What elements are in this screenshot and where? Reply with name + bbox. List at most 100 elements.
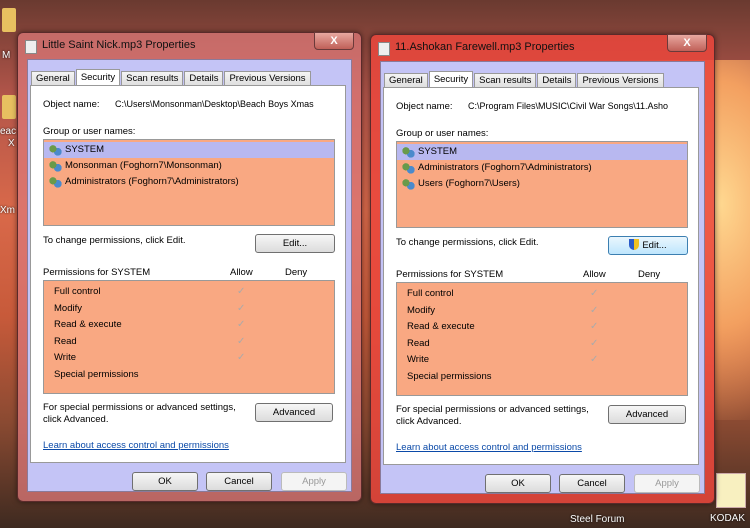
user-name: SYSTEM bbox=[65, 144, 105, 155]
close-button[interactable]: X bbox=[667, 34, 707, 52]
permission-row: Full control ✓ bbox=[397, 286, 687, 303]
permission-row: Read ✓ bbox=[397, 336, 687, 353]
user-list-item[interactable]: Administrators (Foghorn7\Administrators) bbox=[44, 174, 334, 190]
edit-label: Edit... bbox=[282, 238, 308, 249]
group-label: Group or user names: bbox=[43, 126, 136, 137]
permission-name: Full control bbox=[54, 286, 101, 297]
apply-button[interactable]: Apply bbox=[281, 472, 347, 491]
dialog-frame: General Security Scan results Details Previo… bbox=[380, 61, 705, 494]
user-name: Users (Foghorn7\Users) bbox=[418, 178, 520, 189]
permission-row: Full control ✓ bbox=[44, 284, 334, 301]
users-icon bbox=[48, 160, 62, 172]
allow-check-icon: ✓ bbox=[237, 302, 246, 314]
permissions-header: Permissions for SYSTEM bbox=[396, 269, 504, 280]
desktop-icon-kodak[interactable]: KODAK bbox=[710, 513, 745, 524]
special-text-2: click Advanced. bbox=[396, 416, 462, 427]
permission-name: Read bbox=[54, 335, 77, 347]
access-control-link[interactable]: Learn about access control and permissio… bbox=[43, 440, 229, 451]
user-list-item[interactable]: Monsonman (Foghorn7\Monsonman) bbox=[44, 158, 334, 174]
user-list-item[interactable]: SYSTEM bbox=[44, 142, 334, 158]
edit-button[interactable]: Edit... bbox=[255, 234, 335, 253]
kodak-icon[interactable] bbox=[716, 473, 746, 508]
user-name: Monsonman (Foghorn7\Monsonman) bbox=[65, 160, 222, 171]
allow-check-icon: ✓ bbox=[590, 354, 599, 365]
folder-icon bbox=[2, 95, 16, 119]
cancel-button[interactable]: Cancel bbox=[559, 474, 625, 493]
permission-row: Write ✓ bbox=[397, 352, 687, 369]
security-panel: Object name: C:\Users\Monsonman\Desktop\… bbox=[30, 85, 346, 463]
file-icon bbox=[25, 40, 37, 54]
permission-name: Read & execute bbox=[407, 321, 475, 332]
user-list[interactable]: SYSTEM Monsonman (Foghorn7\Monsonman) Admi… bbox=[43, 139, 335, 226]
properties-dialog-little-saint-nick: Little Saint Nick.mp3 Properties X Gener… bbox=[17, 32, 362, 502]
permissions-list: Full control ✓ Modify ✓ Read & execute ✓ Read ✓… bbox=[43, 280, 335, 394]
allow-check-icon: ✓ bbox=[590, 304, 599, 316]
allow-check-icon: ✓ bbox=[590, 288, 599, 299]
advanced-button[interactable]: Advanced bbox=[608, 405, 686, 424]
change-permissions-text: To change permissions, click Edit. bbox=[43, 235, 186, 246]
apply-button[interactable]: Apply bbox=[634, 474, 700, 493]
desktop-icon-label[interactable]: X bbox=[8, 138, 15, 149]
properties-dialog-ashokan-farewell: 11.Ashokan Farewell.mp3 Properties X Gen… bbox=[370, 34, 715, 504]
user-name: Administrators (Foghorn7\Administrators) bbox=[418, 162, 592, 173]
users-icon bbox=[48, 144, 62, 156]
users-icon bbox=[401, 146, 415, 158]
user-list[interactable]: SYSTEM Administrators (Foghorn7\Administr… bbox=[396, 141, 688, 228]
security-panel: Object name: C:\Program Files\MUSIC\Civi… bbox=[383, 87, 699, 465]
allow-check-icon: ✓ bbox=[237, 319, 246, 330]
permission-name: Read bbox=[407, 337, 430, 349]
desktop-icon-steel-forum[interactable]: Steel Forum bbox=[570, 514, 624, 525]
object-name-label: Object name: bbox=[43, 99, 100, 110]
permission-name: Write bbox=[54, 352, 76, 363]
desktop-icon-label[interactable]: Xm bbox=[0, 205, 15, 216]
permission-name: Read & execute bbox=[54, 319, 122, 330]
permissions-list: Full control ✓ Modify ✓ Read & execute ✓ Read ✓… bbox=[396, 282, 688, 396]
ok-button[interactable]: OK bbox=[485, 474, 551, 493]
users-icon bbox=[401, 178, 415, 190]
allow-check-icon: ✓ bbox=[237, 352, 246, 363]
permission-row: Special permissions bbox=[397, 369, 687, 386]
permission-row: Read ✓ bbox=[44, 334, 334, 351]
change-permissions-text: To change permissions, click Edit. bbox=[396, 237, 539, 248]
special-text-1: For special permissions or advanced sett… bbox=[43, 402, 236, 413]
special-text-2: click Advanced. bbox=[43, 414, 109, 425]
edit-button[interactable]: Edit... bbox=[608, 236, 688, 255]
user-list-item[interactable]: Administrators (Foghorn7\Administrators) bbox=[397, 160, 687, 176]
permission-row: Special permissions bbox=[44, 367, 334, 384]
user-list-item[interactable]: SYSTEM bbox=[397, 144, 687, 160]
permission-row: Read & execute ✓ bbox=[397, 319, 687, 336]
permission-name: Modify bbox=[54, 302, 82, 314]
deny-header: Deny bbox=[285, 267, 308, 278]
desktop-icon-label[interactable]: M bbox=[2, 50, 10, 61]
allow-check-icon: ✓ bbox=[590, 321, 599, 332]
allow-header: Allow bbox=[583, 269, 606, 280]
permission-row: Modify ✓ bbox=[397, 303, 687, 320]
permission-name: Special permissions bbox=[54, 368, 139, 380]
access-control-link[interactable]: Learn about access control and permissio… bbox=[396, 442, 582, 453]
ok-button[interactable]: OK bbox=[132, 472, 198, 491]
uac-shield-icon bbox=[629, 239, 640, 250]
permission-row: Read & execute ✓ bbox=[44, 317, 334, 334]
users-icon bbox=[401, 162, 415, 174]
cancel-button[interactable]: Cancel bbox=[206, 472, 272, 491]
advanced-button[interactable]: Advanced bbox=[255, 403, 333, 422]
folder-icon bbox=[2, 8, 16, 32]
edit-label: Edit... bbox=[642, 240, 667, 251]
object-name-value: C:\Users\Monsonman\Desktop\Beach Boys Xm… bbox=[115, 99, 314, 109]
special-text-1: For special permissions or advanced sett… bbox=[396, 404, 589, 415]
permissions-header: Permissions for SYSTEM bbox=[43, 267, 151, 278]
permission-row: Modify ✓ bbox=[44, 301, 334, 318]
permission-name: Full control bbox=[407, 288, 454, 299]
object-name-value: C:\Program Files\MUSIC\Civil War Songs\1… bbox=[468, 101, 669, 111]
allow-check-icon: ✓ bbox=[237, 286, 246, 297]
group-label: Group or user names: bbox=[396, 128, 489, 139]
permission-row: Write ✓ bbox=[44, 350, 334, 367]
desktop-icon-label[interactable]: eac bbox=[0, 126, 16, 137]
users-icon bbox=[48, 176, 62, 188]
allow-check-icon: ✓ bbox=[590, 337, 599, 349]
user-list-item[interactable]: Users (Foghorn7\Users) bbox=[397, 176, 687, 192]
user-name: SYSTEM bbox=[418, 146, 458, 157]
permission-name: Write bbox=[407, 354, 429, 365]
close-button[interactable]: X bbox=[314, 32, 354, 50]
file-icon bbox=[378, 42, 390, 56]
